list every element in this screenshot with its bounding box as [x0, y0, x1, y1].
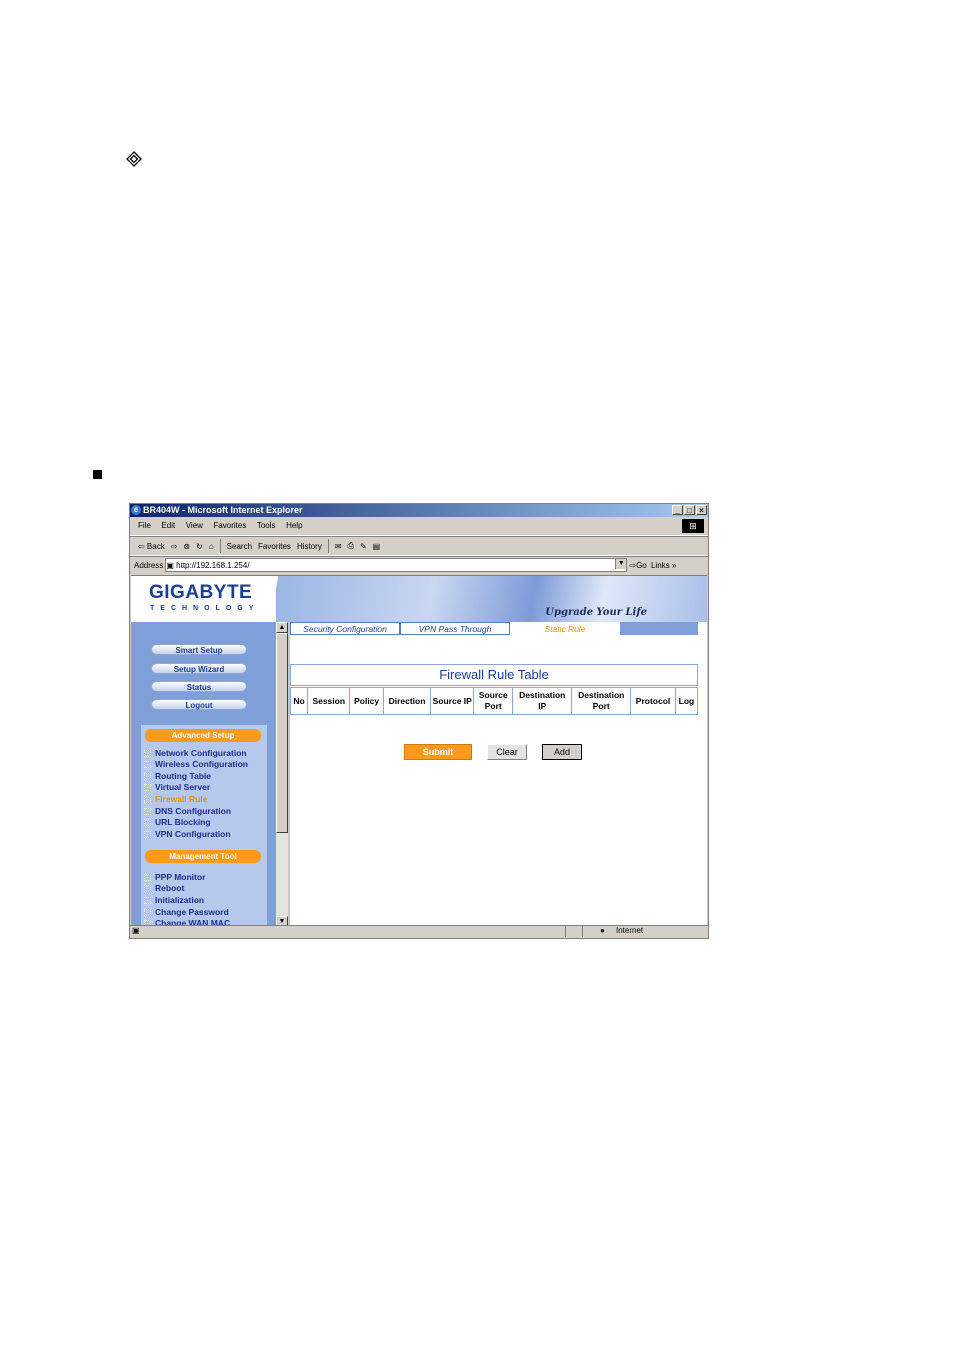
sidebar-item-wireless-configuration[interactable]: Wireless Configuration [144, 759, 248, 769]
address-label: Address [134, 560, 164, 570]
logout-button[interactable]: Logout [151, 699, 247, 710]
logo-subtext: TECHNOLOGY [150, 605, 260, 612]
sidebar-item-firewall-rule[interactable]: Firewall Rule [144, 794, 207, 804]
diamond-bullet-icon [126, 151, 142, 167]
tab-static-rule[interactable]: Static Rule [510, 622, 620, 635]
internet-zone-icon: ● [600, 926, 605, 935]
column-header: Policy [349, 687, 384, 715]
discuss-icon[interactable]: ▤ [373, 542, 381, 551]
vertical-scrollbar[interactable]: ▲ ▼ [276, 622, 288, 927]
logo-text: GIGABYTE [149, 582, 253, 603]
sidebar-item-change-password[interactable]: Change Password [144, 907, 229, 917]
sidebar-item-ppp-monitor[interactable]: PPP Monitor [144, 872, 205, 882]
chevron-down-icon[interactable]: ▼ [615, 559, 627, 569]
go-button[interactable]: ⇨Go [629, 561, 646, 570]
address-bar: Address ▣ http://192.168.1.254/ ▼ ⇨Go Li… [130, 556, 708, 573]
menu-favorites[interactable]: Favorites [213, 517, 246, 535]
management-tool-header: Management Tool [145, 850, 261, 863]
status-divider [582, 926, 583, 937]
ie-icon: e [131, 505, 141, 515]
title-bar: e BR404W - Microsoft Internet Explorer _… [130, 504, 708, 517]
firewall-rule-table: No Session Policy Direction Source IP So… [289, 687, 699, 715]
tagline: Upgrade Your Life [545, 607, 647, 618]
column-header: Destination Port [571, 687, 632, 715]
home-icon[interactable]: ⌂ [209, 542, 214, 551]
clear-button[interactable]: Clear [487, 744, 527, 760]
address-input[interactable]: ▣ http://192.168.1.254/ ▼ [165, 558, 628, 572]
menu-bar: File Edit View Favorites Tools Help ⊞ [130, 517, 708, 536]
sidebar-item-dns-configuration[interactable]: DNS Configuration [144, 806, 231, 816]
favorites-button[interactable]: Favorites [258, 542, 291, 551]
column-header: Source Port [473, 687, 514, 715]
menu-file[interactable]: File [138, 517, 151, 535]
toolbar: ⇦ Back ⇨ ⊗ ↻ ⌂ Search Favorites History … [130, 536, 708, 556]
sidebar-item-initialization[interactable]: Initialization [144, 895, 204, 905]
tab-security-configuration[interactable]: Security Configuration [290, 622, 400, 635]
submit-button[interactable]: Submit [404, 744, 472, 760]
sidebar-item-vpn-configuration[interactable]: VPN Configuration [144, 829, 231, 839]
column-header: Session [307, 687, 351, 715]
tab-bar-filler [620, 622, 698, 635]
square-bullet-icon [93, 470, 102, 479]
sidebar-item-network-configuration[interactable]: Network Configuration [144, 748, 247, 758]
browser-window: e BR404W - Microsoft Internet Explorer _… [129, 503, 709, 939]
column-header: Log [674, 687, 699, 715]
print-icon[interactable]: ⎙ [348, 541, 354, 551]
address-value: http://192.168.1.254/ [176, 560, 250, 570]
status-bar: ▣ ● Internet [130, 925, 708, 938]
sidebar-item-url-blocking[interactable]: URL Blocking [144, 817, 211, 827]
tab-bar: Security Configuration VPN Pass Through … [290, 622, 698, 635]
windows-logo-icon: ⊞ [682, 519, 704, 533]
tab-vpn-pass-through[interactable]: VPN Pass Through [400, 622, 510, 635]
toolbar-divider [327, 539, 329, 553]
sidebar-item-virtual-server[interactable]: Virtual Server [144, 782, 210, 792]
back-button[interactable]: ⇦ Back [138, 542, 165, 551]
menu-view[interactable]: View [186, 517, 203, 535]
mail-icon[interactable]: ✉ [335, 542, 342, 551]
menu-tools[interactable]: Tools [257, 517, 276, 535]
toolbar-divider [219, 539, 221, 553]
column-header: No [289, 687, 309, 715]
page-header: GIGABYTE TECHNOLOGY Upgrade Your Life [131, 576, 707, 622]
menu-edit[interactable]: Edit [161, 517, 175, 535]
close-button[interactable]: × [696, 505, 707, 515]
links-button[interactable]: Links » [649, 561, 676, 570]
sidebar-item-reboot[interactable]: Reboot [144, 883, 184, 893]
column-header: Protocol [630, 687, 676, 715]
menu-help[interactable]: Help [286, 517, 302, 535]
refresh-icon[interactable]: ↻ [196, 542, 203, 551]
firewall-table-title: Firewall Rule Table [290, 664, 698, 686]
column-header: Direction [382, 687, 432, 715]
forward-button[interactable]: ⇨ [171, 542, 178, 551]
minimize-button[interactable]: _ [672, 505, 683, 515]
maximize-button[interactable]: □ [684, 505, 695, 515]
column-header: Destination IP [512, 687, 573, 715]
history-button[interactable]: History [297, 542, 322, 551]
setup-wizard-button[interactable]: Setup Wizard [151, 663, 247, 674]
table-header-row: No Session Policy Direction Source IP So… [289, 687, 699, 715]
column-header: Source IP [430, 687, 475, 715]
edit-icon[interactable]: ✎ [360, 542, 367, 551]
smart-setup-button[interactable]: Smart Setup [151, 644, 247, 655]
status-divider [565, 926, 566, 937]
page-viewport: GIGABYTE TECHNOLOGY Upgrade Your Life Sm… [131, 575, 707, 927]
advanced-setup-header: Advanced Setup [145, 729, 261, 742]
window-title: BR404W - Microsoft Internet Explorer [143, 505, 303, 515]
scrollbar-thumb[interactable] [276, 633, 288, 833]
status-button[interactable]: Status [151, 681, 247, 692]
sidebar: Smart Setup Setup Wizard Status Logout A… [131, 622, 276, 927]
logo: GIGABYTE TECHNOLOGY [131, 576, 276, 622]
add-button[interactable]: Add [542, 744, 582, 760]
stop-icon[interactable]: ⊗ [183, 542, 190, 551]
status-zone: Internet [616, 926, 644, 935]
page-icon: ▣ [166, 560, 177, 570]
search-button[interactable]: Search [227, 542, 252, 551]
sidebar-item-routing-table[interactable]: Routing Table [144, 771, 211, 781]
scroll-up-icon[interactable]: ▲ [276, 622, 288, 633]
page-status-icon: ▣ [132, 926, 140, 935]
